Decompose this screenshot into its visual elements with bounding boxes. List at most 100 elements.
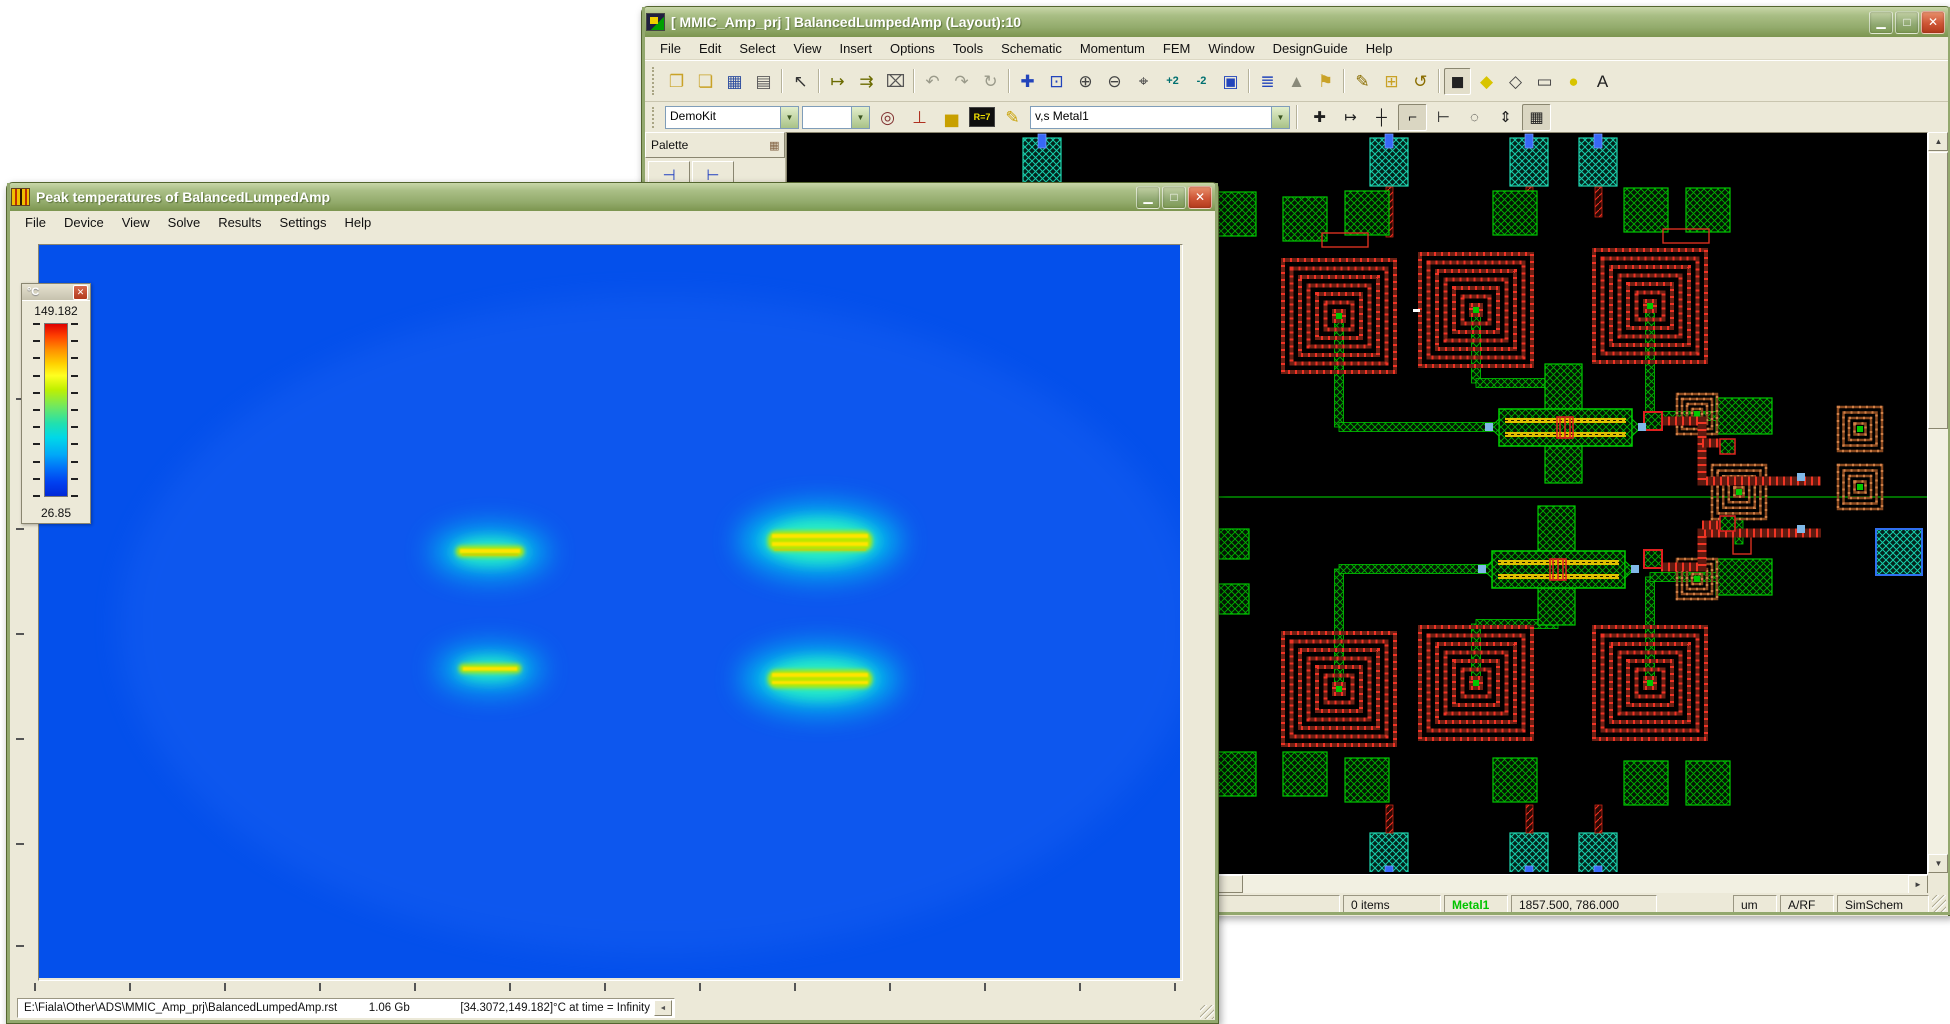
zoom-out-icon[interactable]: ⊖ [1101,68,1128,95]
layer-select[interactable]: v,s Metal1 ▼ [1030,106,1290,129]
save-design-icon[interactable]: ▦ [721,68,748,95]
color-scale-legend[interactable]: °C ✕ 149.182 26.85 [21,283,91,524]
ads-menu-view[interactable]: View [785,39,831,58]
ads-menu-schematic[interactable]: Schematic [992,39,1071,58]
zoom-area-icon[interactable]: ⊡ [1043,68,1070,95]
ads-menu-options[interactable]: Options [881,39,944,58]
copy-icon[interactable]: ⊞ [1378,68,1405,95]
trace-pencil-icon[interactable]: ✎ [999,104,1026,131]
thermal-menu-results[interactable]: Results [209,213,270,232]
via-square [1720,516,1735,531]
ads-menu-momentum[interactable]: Momentum [1071,39,1154,58]
open-folder-icon[interactable]: ❏ [692,68,719,95]
insert-pin-pair-icon[interactable]: ⇉ [853,68,880,95]
ground-icon[interactable]: ⊥ [906,104,933,131]
thermal-menu-solve[interactable]: Solve [159,213,210,232]
minimize-button[interactable]: ▁ [1869,11,1893,34]
snap-edge-icon[interactable]: ⊢ [1429,104,1458,131]
snap-toggle-icon[interactable]: ✚ [1305,104,1334,131]
redo-icon[interactable]: ↷ [948,68,975,95]
delete-icon[interactable]: ⌧ [882,68,909,95]
thermal-app-icon [11,188,30,206]
maximize-button[interactable]: □ [1162,186,1186,209]
ads-menu-select[interactable]: Select [730,39,784,58]
resize-grip[interactable] [1200,1005,1214,1019]
thermal-field[interactable] [39,245,1180,978]
ads-menu-edit[interactable]: Edit [690,39,730,58]
legend-titlebar[interactable]: °C ✕ [22,284,90,300]
close-button[interactable]: ✕ [1188,186,1212,209]
vertical-scrollbar[interactable]: ▲ ▼ [1928,132,1948,873]
zoom-in-icon[interactable]: ⊕ [1072,68,1099,95]
ads-menu-designguide[interactable]: DesignGuide [1264,39,1357,58]
snap-distance-icon[interactable]: ⇕ [1491,104,1520,131]
polygon-tool-icon[interactable]: ◼ [1444,68,1471,95]
thermal-menu-device[interactable]: Device [55,213,113,232]
resize-grip[interactable] [1932,895,1946,914]
text-tool-icon[interactable]: A [1589,68,1616,95]
edit-item-icon[interactable]: ✎ [1349,68,1376,95]
polyline-tool-icon[interactable]: ◆ [1473,68,1500,95]
netlist-icon[interactable]: R=7 [969,107,995,127]
thermal-menu-settings[interactable]: Settings [271,213,336,232]
ads-menu-file[interactable]: File [651,39,690,58]
zoom-point-icon[interactable]: ⌖ [1130,68,1157,95]
ads-menu-window[interactable]: Window [1199,39,1263,58]
circle-tool-icon[interactable]: ● [1560,68,1587,95]
view-all-icon[interactable]: ▣ [1217,68,1244,95]
ads-menu-tools[interactable]: Tools [944,39,992,58]
green-trace [1472,310,1481,383]
close-button[interactable]: ✕ [1921,11,1945,34]
pointer-icon[interactable]: ↖ [787,68,814,95]
thermal-menu-file[interactable]: File [16,213,55,232]
bond-pad [1370,833,1408,872]
path-tool-icon[interactable]: ◇ [1502,68,1529,95]
ads-titlebar[interactable]: [ MMIC_Amp_prj ] BalancedLumpedAmp (Layo… [642,7,1950,37]
open-project-icon[interactable]: ❐ [663,68,690,95]
rotate-icon[interactable]: ↺ [1407,68,1434,95]
palette-header[interactable]: Palette ▦ [645,132,785,158]
move-icon[interactable]: ✚ [1014,68,1041,95]
cell-select[interactable]: ▼ [802,106,870,129]
thermal-menu-view[interactable]: View [113,213,159,232]
library-select[interactable]: DemoKit ▼ [665,106,799,129]
scroll-down-icon[interactable]: ▼ [1928,854,1948,873]
thermal-map-canvas[interactable] [38,244,1183,981]
scroll-up-icon[interactable]: ▲ [1928,132,1948,151]
ads-menu-help[interactable]: Help [1357,39,1402,58]
snap-grid-icon[interactable]: ▦ [1522,104,1551,131]
chart-icon[interactable]: ▅ [938,104,965,131]
green-trace [1339,565,1492,574]
ads-window-title: [ MMIC_Amp_prj ] BalancedLumpedAmp (Layo… [671,14,1869,30]
insert-via-icon[interactable]: ◎ [874,104,901,131]
ads-menu-insert[interactable]: Insert [830,39,881,58]
print-icon[interactable]: ▤ [750,68,777,95]
hatched-pad [1686,188,1730,232]
ads-menu-fem[interactable]: FEM [1154,39,1199,58]
zoom-in-2x-icon[interactable]: +2 [1159,68,1186,95]
snap-intersect-icon[interactable]: ┼ [1367,104,1396,131]
status-back-button[interactable]: ◄ [654,1000,672,1016]
thermal-menu-help[interactable]: Help [336,213,381,232]
hatched-pad [1624,188,1668,232]
repeat-icon[interactable]: ↻ [977,68,1004,95]
undo-icon[interactable]: ↶ [919,68,946,95]
scroll-right-icon[interactable]: ► [1908,875,1928,894]
zoom-out-2x-icon[interactable]: -2 [1188,68,1215,95]
snap-pin-icon[interactable]: ↦ [1336,104,1365,131]
minimize-button[interactable]: ▁ [1136,186,1160,209]
snap-vertex-icon[interactable]: ⌐ [1398,104,1427,131]
back-arrow-icon: ◄ [660,1005,667,1012]
legend-tick [71,357,78,359]
deactivate-icon[interactable]: ⚑ [1312,68,1339,95]
layers-icon[interactable]: ≣ [1254,68,1281,95]
via-square [1644,550,1662,568]
insert-pin-icon[interactable]: ↦ [824,68,851,95]
rectangle-tool-icon[interactable]: ▭ [1531,68,1558,95]
vscroll-thumb[interactable] [1928,152,1948,429]
push-into-icon[interactable]: ▲ [1283,68,1310,95]
maximize-button[interactable]: □ [1895,11,1919,34]
snap-center-icon[interactable]: ◌ [1460,104,1489,131]
legend-close-button[interactable]: ✕ [73,285,88,300]
thermal-titlebar[interactable]: Peak temperatures of BalancedLumpedAmp ▁… [7,183,1218,211]
